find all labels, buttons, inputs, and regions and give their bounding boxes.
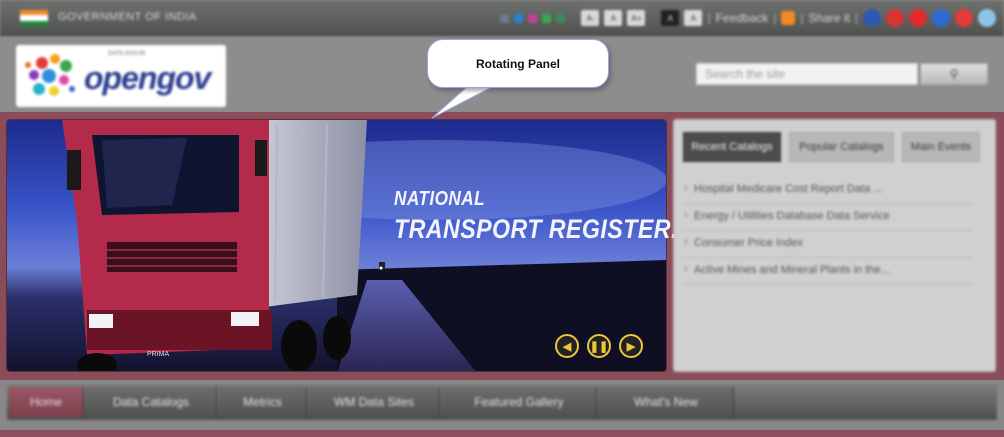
rss-icon[interactable] — [781, 11, 796, 25]
logo-wordmark: opengov — [84, 60, 211, 96]
theme-swatch-5[interactable] — [556, 13, 566, 23]
divider: | — [707, 11, 711, 25]
slide-headline-line1: NATIONAL — [394, 188, 486, 210]
nav-item-wm-data-sites[interactable]: WM Data Sites — [309, 387, 440, 417]
nav-item-data-catalogs[interactable]: Data Catalogs — [86, 387, 217, 417]
slider-prev-button[interactable]: ◀ — [555, 334, 579, 358]
site-logo[interactable]: DATA.GOV.IN opengov — [16, 45, 226, 107]
search-button[interactable]: ⚲ — [920, 63, 988, 85]
top-bar: GOVERNMENT OF INDIA A- A A+ A A | Feedba… — [0, 0, 1004, 36]
nav-item-whats-new[interactable]: What's New — [599, 387, 734, 417]
font-increase-button[interactable]: A+ — [627, 10, 646, 26]
theme-swatch-4[interactable] — [542, 13, 552, 23]
rotating-panel-callout: Rotating Panel — [427, 39, 609, 88]
catalog-list-item[interactable]: Energy / Utilities Database Data Service — [682, 204, 972, 231]
language-flag-icon[interactable] — [863, 9, 881, 27]
slider-next-button[interactable]: ▶ — [619, 334, 643, 358]
nav-item-metrics[interactable]: Metrics — [219, 387, 307, 417]
search-input[interactable]: Search the site — [696, 63, 918, 85]
india-flag-icon — [20, 10, 48, 26]
tab-recent-catalogs[interactable]: Recent Catalogs — [683, 132, 781, 162]
divider: | — [773, 11, 777, 25]
nav-item-home[interactable]: Home — [9, 387, 84, 417]
font-decrease-button[interactable]: A- — [581, 10, 600, 26]
language-flag-icon[interactable] — [932, 9, 950, 27]
divider: | — [854, 11, 858, 25]
logo-tagline: DATA.GOV.IN — [108, 51, 146, 57]
high-contrast-button[interactable]: A — [661, 10, 680, 26]
slide-headline-line2: TRANSPORT REGISTER... — [394, 214, 692, 244]
theme-swatch-1[interactable] — [500, 13, 510, 23]
theme-swatch-2[interactable] — [514, 13, 524, 23]
callout-pointer — [431, 84, 500, 119]
language-flag-icon[interactable] — [978, 9, 996, 27]
pause-icon: ❚❚ — [589, 340, 609, 353]
slider-pause-button[interactable]: ❚❚ — [587, 334, 611, 358]
theme-swatch-3[interactable] — [528, 13, 538, 23]
truck-brand-label: PRIMA — [147, 351, 170, 358]
top-tools: A- A A+ A A | Feedback | | Share it | — [500, 8, 996, 28]
search-icon: ⚲ — [949, 67, 959, 81]
language-flag-icon[interactable] — [909, 9, 927, 27]
feedback-link[interactable]: Feedback — [716, 11, 769, 25]
language-flag-icon[interactable] — [886, 9, 904, 27]
font-normal-button[interactable]: A — [604, 10, 623, 26]
logo-dots-icon — [25, 54, 75, 96]
catalog-list-item[interactable]: Active Mines and Mineral Plants in the..… — [682, 258, 972, 285]
catalog-list-item[interactable]: Hospital Medicare Cost Report Data ... — [682, 177, 972, 204]
government-label: GOVERNMENT OF INDIA — [58, 11, 197, 23]
share-link[interactable]: Share it — [809, 11, 850, 25]
tab-popular-catalogs[interactable]: Popular Catalogs — [789, 132, 894, 162]
chevron-left-icon: ◀ — [562, 340, 572, 353]
catalog-list-item[interactable]: Consumer Price Index — [682, 231, 972, 258]
divider: | — [800, 11, 804, 25]
nav-bottom-strip — [0, 430, 1004, 437]
chevron-right-icon: ▶ — [626, 340, 636, 353]
normal-contrast-button[interactable]: A — [684, 10, 703, 26]
language-flag-icon[interactable] — [955, 9, 973, 27]
tab-main-events[interactable]: Main Events — [902, 132, 980, 162]
nav-item-featured-gallery[interactable]: Featured Gallery — [442, 387, 597, 417]
